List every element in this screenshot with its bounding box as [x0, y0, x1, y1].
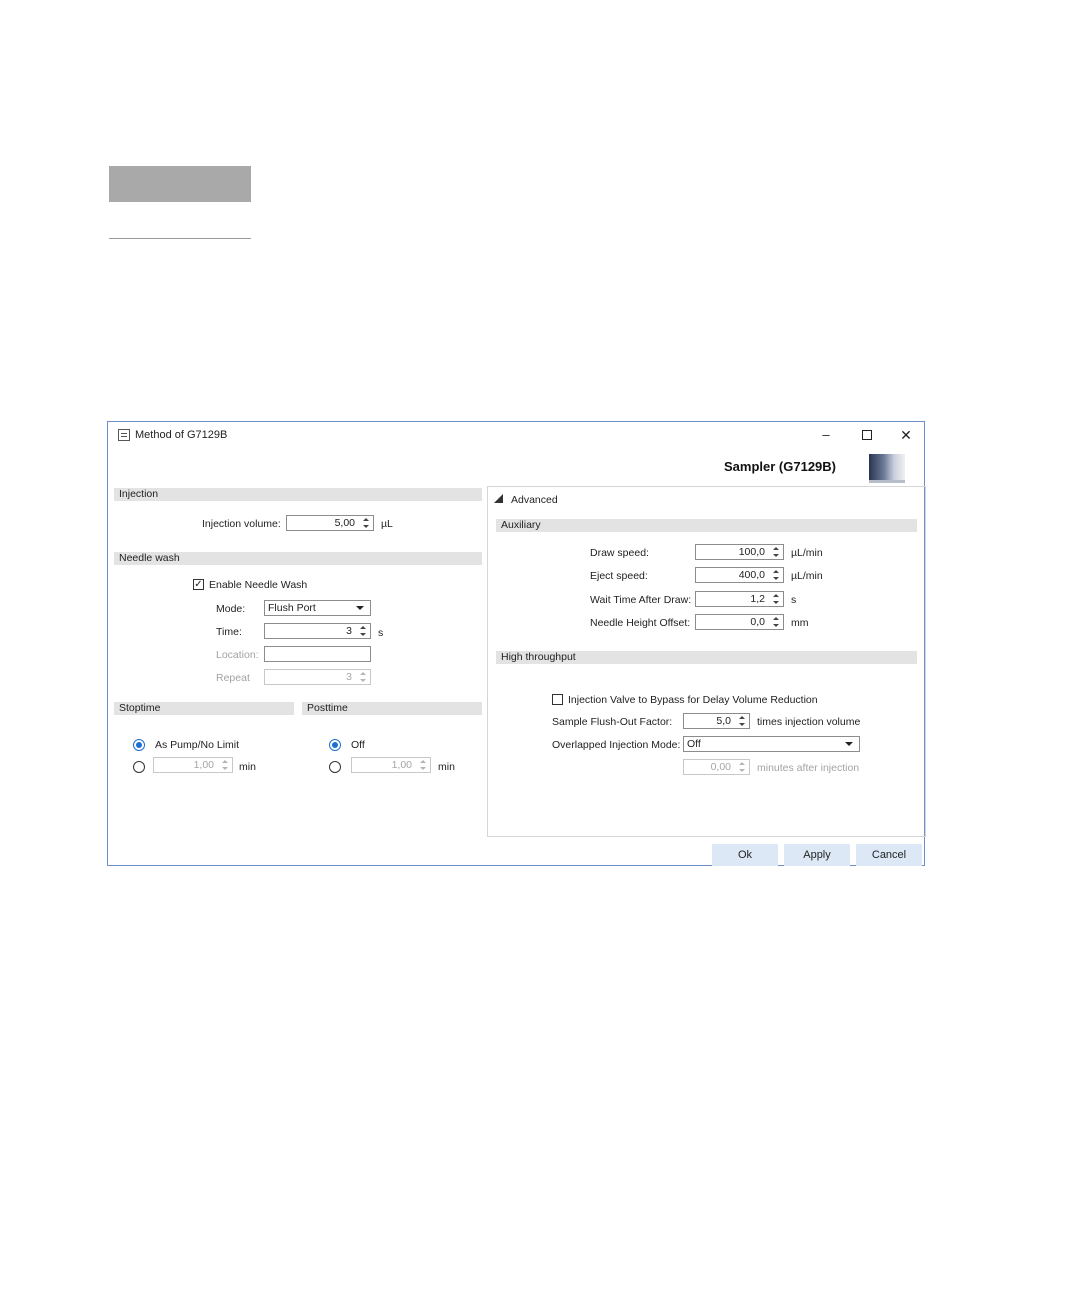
posttime-off-label: Off [351, 739, 365, 751]
stoptime-section-header: Stoptime [114, 702, 294, 715]
stoptime-unit: min [239, 761, 256, 773]
wait-time-label: Wait Time After Draw: [590, 594, 692, 606]
stoptime-as-pump-radio[interactable] [133, 739, 145, 751]
flush-factor-input[interactable]: 5,0 [683, 713, 750, 729]
page-header-rule [109, 238, 251, 239]
needle-height-value: 0,0 [750, 616, 765, 628]
spinner-icon[interactable] [773, 593, 779, 605]
spinner-icon[interactable] [360, 625, 366, 637]
chevron-down-icon [356, 606, 364, 610]
location-label: Location: [216, 649, 259, 661]
eject-speed-value: 400,0 [738, 569, 765, 581]
spinner-icon[interactable] [222, 759, 228, 771]
repeat-input[interactable]: 3 [264, 669, 371, 685]
draw-speed-input[interactable]: 100,0 [695, 544, 784, 560]
spinner-icon[interactable] [363, 517, 369, 529]
time-label: Time: [216, 626, 242, 638]
spinner-icon[interactable] [739, 715, 745, 727]
overlap-minutes-unit: minutes after injection [757, 762, 860, 774]
posttime-input[interactable]: 1,00 [351, 757, 431, 773]
auxiliary-section-header: Auxiliary [496, 519, 917, 532]
stoptime-input[interactable]: 1,00 [153, 757, 233, 773]
title-bar: Method of G7129B – ✕ [108, 422, 924, 450]
injection-volume-unit: µL [381, 518, 393, 530]
draw-speed-label: Draw speed: [590, 547, 649, 559]
window-title: Method of G7129B [135, 429, 228, 441]
cancel-button[interactable]: Cancel [856, 844, 922, 866]
wait-time-value: 1,2 [750, 593, 765, 605]
location-input[interactable] [264, 646, 371, 662]
enable-needle-wash-checkbox[interactable]: ✓ [193, 579, 204, 590]
injection-volume-input[interactable]: 5,00 [286, 515, 374, 531]
spinner-icon[interactable] [420, 759, 426, 771]
stoptime-value: 1,00 [193, 759, 214, 771]
injection-section-header: Injection [114, 488, 482, 501]
high-throughput-section-header: High throughput [496, 651, 917, 664]
repeat-label: Repeat [216, 672, 250, 684]
wash-time-value: 3 [346, 625, 352, 637]
flush-factor-unit: times injection volume [757, 716, 861, 728]
module-image [869, 454, 905, 483]
maximize-button[interactable] [857, 427, 877, 443]
spinner-icon[interactable] [773, 546, 779, 558]
posttime-off-radio[interactable] [329, 739, 341, 751]
overlap-minutes-input[interactable]: 0,00 [683, 759, 750, 775]
eject-speed-label: Eject speed: [590, 570, 648, 582]
stoptime-as-pump-label: As Pump/No Limit [155, 739, 240, 751]
needle-height-input[interactable]: 0,0 [695, 614, 784, 630]
mode-label: Mode: [216, 603, 246, 615]
spinner-icon[interactable] [773, 616, 779, 628]
wait-time-unit: s [791, 594, 797, 606]
bypass-checkbox[interactable] [552, 694, 563, 705]
spinner-icon[interactable] [739, 761, 745, 773]
wash-time-unit: s [378, 627, 384, 639]
overlap-minutes-value: 0,00 [710, 761, 731, 773]
wash-time-input[interactable]: 3 [264, 623, 371, 639]
app-icon [118, 429, 130, 441]
overlapped-mode-value: Off [687, 738, 701, 750]
needle-height-label: Needle Height Offset: [590, 617, 691, 629]
repeat-value: 3 [346, 671, 352, 683]
mode-select[interactable]: Flush Port [264, 600, 371, 616]
bypass-label: Injection Valve to Bypass for Delay Volu… [568, 694, 818, 706]
needle-height-unit: mm [791, 617, 809, 629]
close-button[interactable]: ✕ [896, 427, 916, 443]
collapse-triangle-icon[interactable] [494, 494, 503, 503]
stoptime-custom-radio[interactable] [133, 761, 145, 773]
spinner-icon[interactable] [360, 671, 366, 683]
needle-wash-section-header: Needle wash [114, 552, 482, 565]
module-title: Sampler (G7129B) [724, 459, 836, 474]
page-header-tab [109, 166, 251, 202]
posttime-custom-radio[interactable] [329, 761, 341, 773]
chevron-down-icon [845, 742, 853, 746]
minimize-button[interactable]: – [816, 427, 836, 443]
eject-speed-input[interactable]: 400,0 [695, 567, 784, 583]
method-dialog: Method of G7129B – ✕ Sampler (G7129B) In… [107, 421, 926, 866]
flush-factor-label: Sample Flush-Out Factor: [552, 716, 673, 728]
spinner-icon[interactable] [773, 569, 779, 581]
draw-speed-value: 100,0 [738, 546, 765, 558]
overlapped-mode-label: Overlapped Injection Mode: [552, 739, 681, 751]
enable-needle-wash-label: Enable Needle Wash [209, 579, 308, 591]
overlapped-mode-select[interactable]: Off [683, 736, 860, 752]
flush-factor-value: 5,0 [716, 715, 731, 727]
injection-volume-label: Injection volume: [202, 518, 281, 530]
advanced-label[interactable]: Advanced [511, 494, 558, 506]
posttime-unit: min [438, 761, 455, 773]
apply-button[interactable]: Apply [784, 844, 850, 866]
injection-volume-value: 5,00 [334, 517, 355, 529]
posttime-section-header: Posttime [302, 702, 482, 715]
eject-speed-unit: µL/min [791, 570, 823, 582]
mode-select-value: Flush Port [268, 602, 316, 614]
wait-time-input[interactable]: 1,2 [695, 591, 784, 607]
draw-speed-unit: µL/min [791, 547, 823, 559]
ok-button[interactable]: Ok [712, 844, 778, 866]
posttime-value: 1,00 [391, 759, 412, 771]
